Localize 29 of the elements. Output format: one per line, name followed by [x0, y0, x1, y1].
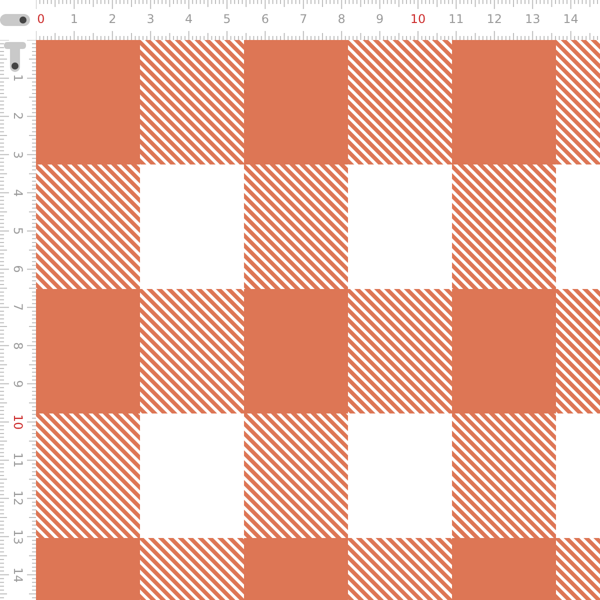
ruler-label: 5 — [223, 13, 231, 25]
ruler-label: 4 — [12, 188, 24, 197]
ruler-label: 4 — [184, 13, 193, 25]
ruler-label: 2 — [108, 13, 116, 25]
ruler-label: 11 — [448, 13, 464, 25]
ruler-label: 9 — [12, 380, 24, 388]
ruler-label: 14 — [563, 13, 578, 25]
ruler-label: 3 — [12, 150, 24, 158]
ruler-label: 13 — [524, 13, 540, 25]
ruler-label: 8 — [12, 342, 24, 350]
ruler-label: 11 — [12, 452, 24, 468]
ruler-label: 10 — [410, 13, 426, 25]
ruler-label: 12 — [486, 13, 502, 25]
ruler-label: 12 — [12, 490, 24, 506]
ruler-label: 9 — [376, 13, 384, 25]
ruler-label: 7 — [12, 304, 24, 312]
ruler-label: 1 — [70, 13, 78, 25]
ruler-label: 14 — [12, 567, 24, 582]
ruler-label: 1 — [12, 74, 24, 82]
ruler-label: 2 — [12, 112, 24, 120]
ruler-label: 10 — [12, 414, 24, 430]
ruler-label: 8 — [338, 13, 346, 25]
ruler-label: 6 — [261, 13, 269, 25]
ruler-label: 6 — [12, 265, 24, 273]
ruler-label: 7 — [300, 13, 308, 25]
ruler-label: 3 — [146, 13, 154, 25]
ruler-label: 13 — [12, 528, 24, 544]
ruler-label: 5 — [12, 227, 24, 235]
ruler-label: 0 — [37, 13, 45, 25]
